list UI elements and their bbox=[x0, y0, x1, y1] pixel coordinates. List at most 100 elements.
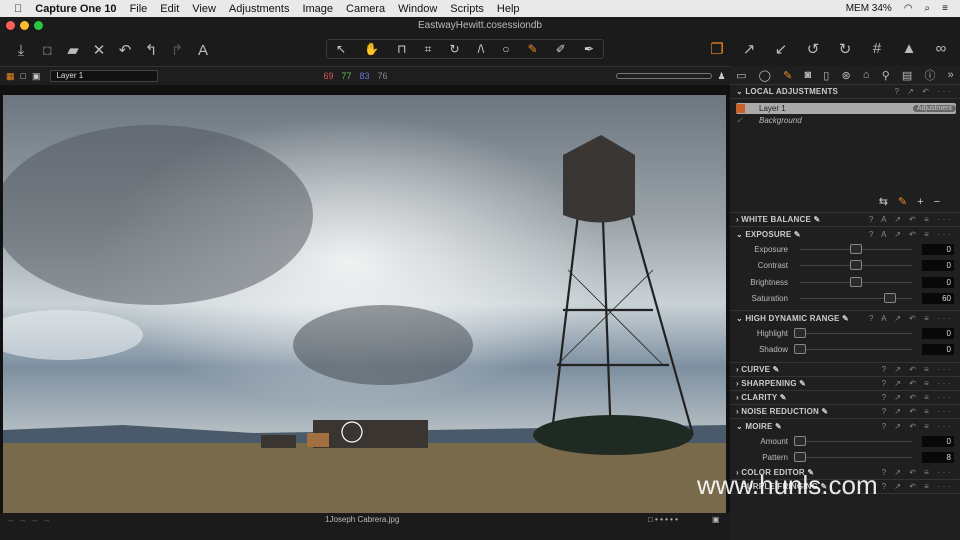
redo-icon[interactable]: ↱ bbox=[164, 41, 190, 59]
warning-icon[interactable]: ▲ bbox=[896, 40, 922, 58]
select-tool-icon[interactable]: ↖ bbox=[336, 42, 346, 56]
local-adjustments-tab-icon[interactable]: ✎ bbox=[783, 69, 792, 82]
adjustment-slider[interactable] bbox=[794, 452, 912, 463]
curve-header[interactable]: › CURVE ✎? ↗ ↶ ≡ ··· bbox=[730, 363, 960, 377]
zoom-button[interactable] bbox=[34, 21, 43, 30]
compare-view-icon[interactable]: ▣ bbox=[32, 71, 41, 82]
slider-knob[interactable] bbox=[850, 276, 862, 287]
layer-row[interactable]: Layer 1 Adjustment bbox=[736, 103, 956, 114]
menu-window[interactable]: Window bbox=[398, 3, 437, 15]
keystone-tool-icon[interactable]: /\ bbox=[478, 42, 485, 56]
apple-icon[interactable]:  bbox=[14, 3, 22, 15]
layer-row[interactable]: ✓ Background bbox=[736, 114, 960, 126]
adjustment-slider[interactable] bbox=[800, 276, 912, 287]
composition-tab-icon[interactable]: ▯ bbox=[823, 69, 829, 82]
adjustment-slider[interactable] bbox=[794, 327, 912, 338]
camera-icon[interactable]: ◘ bbox=[34, 42, 60, 59]
color-tag-icon[interactable]: ▣ bbox=[712, 515, 720, 524]
slider-knob[interactable] bbox=[794, 344, 806, 355]
rating-dots[interactable]: □ • • • • • bbox=[648, 515, 678, 524]
search-icon[interactable]: ⌕ bbox=[925, 3, 931, 14]
eraser-tool-icon[interactable]: ✐ bbox=[556, 42, 566, 56]
white-balance-header[interactable]: › WHITE BALANCE ✎? A ↗ ↶ ≡ ··· bbox=[730, 213, 960, 227]
single-view-icon[interactable]: □ bbox=[21, 71, 26, 81]
metadata-tab-icon[interactable]: ▤ bbox=[902, 69, 912, 82]
adjustment-slider[interactable] bbox=[800, 260, 912, 271]
value-field[interactable]: 0 bbox=[922, 435, 954, 447]
slider-knob[interactable] bbox=[850, 260, 862, 271]
sharpening-header[interactable]: › SHARPENING ✎? ↗ ↶ ≡ ··· bbox=[730, 377, 960, 391]
menu-view[interactable]: View bbox=[192, 3, 216, 15]
adjustment-slider[interactable] bbox=[800, 293, 912, 304]
reset-icon[interactable]: ↶ bbox=[112, 41, 138, 59]
menu-file[interactable]: File bbox=[130, 3, 148, 15]
app-menu[interactable]: Capture One 10 bbox=[35, 3, 116, 15]
menu-adjustments[interactable]: Adjustments bbox=[229, 3, 290, 15]
exposure-header[interactable]: ⌄ EXPOSURE ✎? A ↗ ↶ ≡ ··· bbox=[730, 227, 960, 241]
list-icon[interactable]: ≡ bbox=[942, 3, 948, 14]
value-field[interactable]: 8 bbox=[922, 452, 954, 464]
loupe-tool-icon[interactable]: ⊓ bbox=[397, 42, 406, 56]
menu-image[interactable]: Image bbox=[302, 3, 333, 15]
noise-reduction-header[interactable]: › NOISE REDUCTION ✎? ↗ ↶ ≡ ··· bbox=[730, 405, 960, 419]
adjustment-slider[interactable] bbox=[800, 243, 912, 254]
spot-tool-icon[interactable]: ○ bbox=[502, 42, 509, 56]
slider-knob[interactable] bbox=[850, 243, 862, 254]
value-field[interactable]: 0 bbox=[922, 276, 954, 288]
proof-icon[interactable]: ∞ bbox=[928, 40, 954, 58]
slider-knob[interactable] bbox=[794, 452, 806, 463]
slider-knob[interactable] bbox=[794, 327, 806, 338]
adjustment-slider[interactable] bbox=[794, 435, 912, 446]
swap-icon[interactable]: ⇆ bbox=[879, 196, 898, 208]
rotate-tool-icon[interactable]: ↻ bbox=[449, 42, 459, 56]
hdr-header[interactable]: ⌄ HIGH DYNAMIC RANGE ✎? A ↗ ↶ ≡ ··· bbox=[730, 311, 960, 325]
capture-tab-icon[interactable]: ◯ bbox=[759, 69, 771, 82]
brush-tool-icon[interactable]: ✎ bbox=[528, 42, 538, 56]
copy-adjustments-icon[interactable]: ↗ bbox=[736, 40, 762, 58]
layer-select[interactable]: Layer 1 bbox=[50, 70, 159, 82]
menu-camera[interactable]: Camera bbox=[346, 3, 385, 15]
pan-tool-icon[interactable]: ✋ bbox=[364, 42, 379, 56]
value-field[interactable]: 0 bbox=[922, 243, 954, 255]
menu-edit[interactable]: Edit bbox=[160, 3, 179, 15]
value-field[interactable]: 0 bbox=[922, 260, 954, 272]
moire-header[interactable]: ⌄ MOIRE ✎? ↗ ↶ ≡ ··· bbox=[730, 419, 960, 433]
thumbnail-size-slider[interactable] bbox=[615, 73, 712, 79]
info-tab-icon[interactable]: ⓘ bbox=[924, 67, 935, 83]
image-viewer[interactable] bbox=[3, 95, 726, 513]
auto-adjust-icon[interactable]: A bbox=[190, 42, 216, 59]
close-button[interactable] bbox=[6, 21, 15, 30]
menu-scripts[interactable]: Scripts bbox=[450, 3, 484, 15]
details-tab-icon[interactable]: ⚲ bbox=[882, 69, 890, 82]
minimize-button[interactable] bbox=[20, 21, 29, 30]
value-field[interactable]: 60 bbox=[922, 293, 954, 305]
adjustment-slider[interactable] bbox=[794, 344, 912, 355]
wifi-icon[interactable]: ◠ bbox=[904, 3, 913, 14]
menu-help[interactable]: Help bbox=[497, 3, 520, 15]
brush-icon[interactable]: ✎ bbox=[898, 196, 917, 208]
picker-tool-icon[interactable]: ✒ bbox=[584, 42, 594, 56]
library-tab-icon[interactable]: ▭ bbox=[736, 69, 746, 82]
rotate-right-icon[interactable]: ↻ bbox=[832, 40, 858, 58]
color-tab-icon[interactable]: ⊛ bbox=[842, 69, 851, 82]
slider-knob[interactable] bbox=[883, 293, 896, 304]
variants-icon[interactable]: ❐ bbox=[704, 40, 730, 58]
checkbox-checked-icon[interactable] bbox=[736, 104, 745, 113]
rotate-left-icon[interactable]: ↺ bbox=[800, 40, 826, 58]
delete-icon[interactable]: ✕ bbox=[86, 41, 112, 59]
add-layer-icon[interactable]: + bbox=[917, 196, 933, 208]
grid-icon[interactable]: # bbox=[864, 40, 890, 58]
folder-icon[interactable]: ▰ bbox=[60, 41, 86, 59]
undo-icon[interactable]: ↰ bbox=[138, 41, 164, 59]
crop-tool-icon[interactable]: ⌗ bbox=[425, 42, 432, 57]
clarity-header[interactable]: › CLARITY ✎? ↗ ↶ ≡ ··· bbox=[730, 391, 960, 405]
exposure-tab-icon[interactable]: ⌂ bbox=[863, 69, 870, 81]
import-icon[interactable]: ⤓ bbox=[8, 42, 34, 59]
grid-view-icon[interactable]: ▦ bbox=[6, 71, 15, 82]
apply-adjustments-icon[interactable]: ↙ bbox=[768, 40, 794, 58]
local-adjustments-header[interactable]: ⌄ LOCAL ADJUSTMENTS? ↗ ↶ ··· bbox=[730, 85, 960, 99]
value-field[interactable]: 0 bbox=[922, 327, 954, 339]
value-field[interactable]: 0 bbox=[922, 344, 954, 356]
remove-layer-icon[interactable]: − bbox=[934, 196, 950, 208]
lens-tab-icon[interactable]: ◙ bbox=[804, 69, 811, 81]
